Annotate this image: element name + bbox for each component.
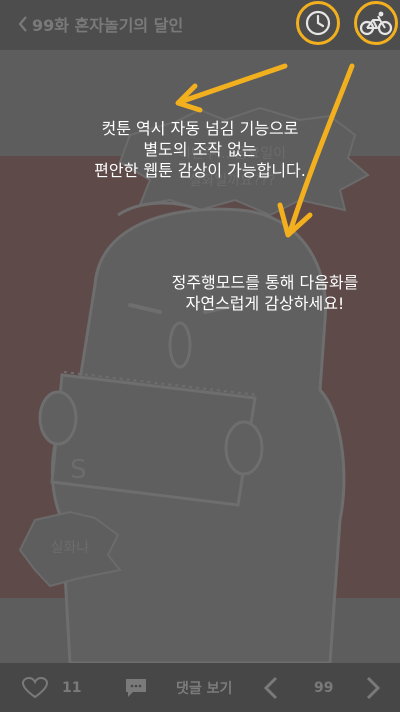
bicycle-icon [359,11,393,36]
episode-title: 99화 혼자놀기의 달인 [32,16,184,35]
back-button[interactable]: 99화 혼자놀기의 달인 [18,10,183,38]
tutorial-auto-scroll-text: 컷툰 역시 자동 넘김 기능으로 별도의 조작 없는 편안한 웹툰 감상이 가능… [94,119,306,180]
chevron-left-icon [263,676,278,699]
comment-icon [126,678,146,697]
top-bar: 99화 혼자놀기의 달인 [0,0,400,50]
bottom-bar: 11 댓글 보기 99 [0,663,400,712]
page-number: 99 [314,679,334,696]
comment-label[interactable]: 댓글 보기 [176,663,232,712]
clock-icon [305,10,331,36]
comment-button[interactable] [124,663,148,712]
binge-mode-button[interactable] [354,1,398,45]
like-button[interactable] [22,663,48,712]
prev-page-button[interactable] [262,663,280,712]
tutorial-binge-mode-text: 정주행모드를 통해 다음화를 자연스럽게 감상하세요! [171,273,359,313]
speech-bottom: 실화냐 [51,540,90,556]
chevron-left-icon [18,16,27,32]
chevron-right-icon [366,676,381,699]
sign-mark: S [70,455,87,485]
heart-icon [22,676,48,698]
next-page-button[interactable] [364,663,382,712]
like-count: 11 [62,679,82,696]
auto-scroll-button[interactable] [296,1,340,45]
